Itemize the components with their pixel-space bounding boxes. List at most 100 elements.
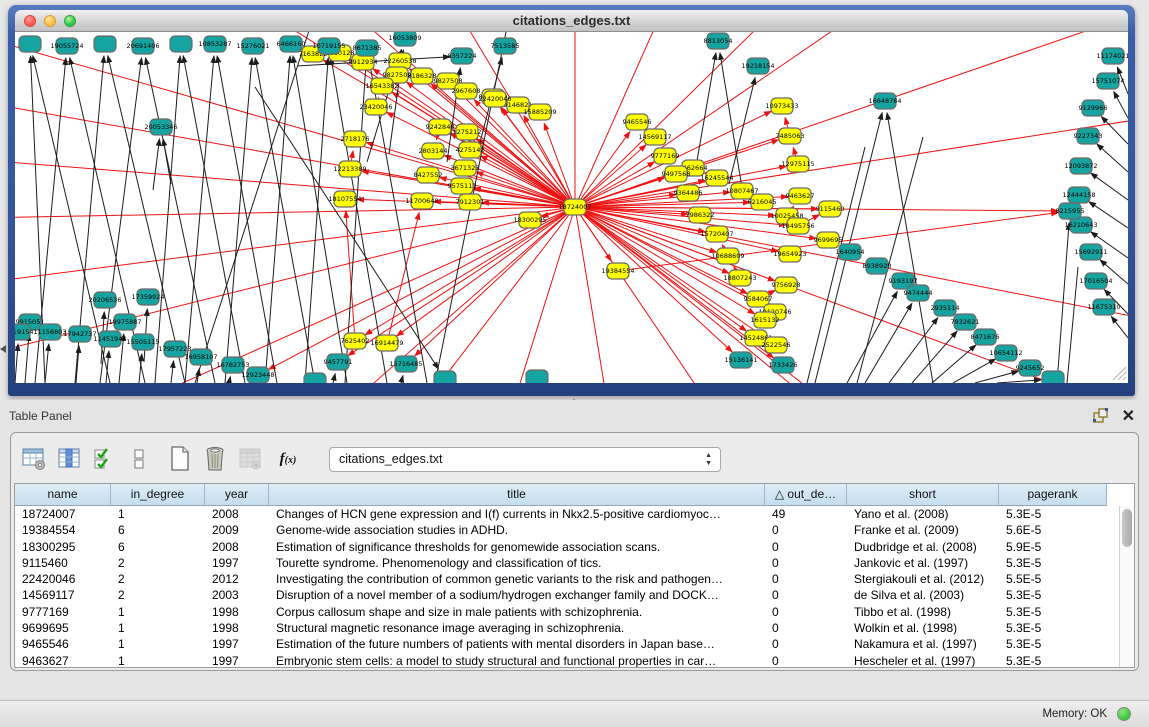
graph-node[interactable]: 3671323: [451, 160, 480, 176]
table-cell[interactable]: 0: [765, 522, 847, 538]
graph-node[interactable]: [434, 371, 456, 383]
graph-node[interactable]: 6466160: [277, 36, 306, 52]
column-header[interactable]: △ out_de…: [765, 484, 847, 506]
column-header[interactable]: name: [15, 484, 111, 506]
graph-node[interactable]: 1640954: [836, 244, 865, 260]
graph-node[interactable]: 1733426: [769, 357, 798, 373]
table-cell[interactable]: 1997: [205, 555, 269, 571]
graph-node[interactable]: 17016504: [1079, 273, 1112, 289]
table-cell[interactable]: 1: [111, 653, 205, 668]
table-cell[interactable]: 0: [765, 571, 847, 587]
table-cell[interactable]: 2008: [205, 506, 269, 522]
table-cell[interactable]: 5.3E-5: [999, 506, 1107, 522]
table-cell[interactable]: 5.6E-5: [999, 522, 1107, 538]
graph-node[interactable]: 20206536: [88, 292, 121, 308]
graph-node[interactable]: 2935114: [931, 300, 960, 316]
table-row[interactable]: 977716911998Corpus callosum shape and si…: [15, 604, 1134, 620]
table-cell[interactable]: 1997: [205, 653, 269, 668]
graph-node[interactable]: 2967608: [452, 83, 481, 99]
table-cell[interactable]: Franke et al. (2009): [847, 522, 999, 538]
graph-node[interactable]: [526, 370, 548, 383]
table-cell[interactable]: 1997: [205, 636, 269, 652]
table-cell[interactable]: 9699695: [15, 620, 111, 636]
float-panel-icon[interactable]: [1093, 408, 1109, 423]
graph-node[interactable]: 8186328: [408, 68, 437, 84]
table-cell[interactable]: 9463627: [15, 653, 111, 668]
table-cell[interactable]: Nakamura et al. (1997): [847, 636, 999, 652]
column-header[interactable]: in_degree: [111, 484, 205, 506]
table-cell[interactable]: 1998: [205, 620, 269, 636]
graph-node[interactable]: 16648784: [868, 93, 901, 109]
column-header[interactable]: year: [205, 484, 269, 506]
graph-node[interactable]: 12975115: [781, 156, 814, 172]
graph-node[interactable]: 9129966: [1079, 100, 1108, 116]
graph-node[interactable]: 10654112: [989, 345, 1022, 361]
graph-node[interactable]: 19055724: [50, 38, 83, 54]
table-cell[interactable]: 2: [111, 571, 205, 587]
table-cell[interactable]: 2012: [205, 571, 269, 587]
table-cell[interactable]: 0: [765, 620, 847, 636]
graph-node[interactable]: 12444158: [1062, 187, 1095, 203]
graph-node[interactable]: 8357224: [448, 48, 477, 64]
memory-ok-indicator-icon[interactable]: [1117, 707, 1131, 721]
graph-node[interactable]: 20691406: [126, 38, 159, 54]
graph-node[interactable]: 9474444: [904, 285, 933, 301]
graph-node[interactable]: 15276021: [236, 38, 269, 54]
table-cell[interactable]: 1: [111, 636, 205, 652]
table-row[interactable]: 969969511998Structural magnetic resonanc…: [15, 620, 1134, 636]
table-cell[interactable]: 0: [765, 587, 847, 603]
graph-node[interactable]: 8671385: [353, 40, 382, 56]
graph-node[interactable]: 8427552: [414, 167, 443, 183]
graph-node[interactable]: 2718176: [341, 131, 370, 147]
table-cell[interactable]: de Silva et al. (2003): [847, 587, 999, 603]
network-canvas[interactable]: 1872400718300295193845547163822886012889…: [15, 32, 1128, 383]
graph-node[interactable]: 17942737: [63, 326, 96, 342]
graph-node[interactable]: 9497568: [662, 166, 691, 182]
table-cell[interactable]: 49: [765, 506, 847, 522]
table-row[interactable]: 1872400712008Changes of HCN gene express…: [15, 506, 1134, 522]
table-cell[interactable]: 1: [111, 604, 205, 620]
graph-node[interactable]: 9242848: [426, 119, 455, 135]
graph-node[interactable]: [94, 36, 116, 52]
table-row[interactable]: 2242004622012Investigating the contribut…: [15, 571, 1134, 587]
table-cell[interactable]: Dudbridge et al. (2008): [847, 539, 999, 555]
table-cell[interactable]: 1: [111, 506, 205, 522]
graph-node[interactable]: 9245652: [1016, 360, 1045, 376]
graph-node[interactable]: 8813054: [704, 33, 733, 49]
delete-table-disabled-button[interactable]: [237, 446, 263, 472]
column-header[interactable]: title: [269, 484, 765, 506]
graph-node[interactable]: 10853287: [198, 36, 231, 52]
graph-node[interactable]: 15505115: [126, 334, 159, 350]
graph-node[interactable]: [1042, 371, 1064, 383]
graph-node[interactable]: 9575113: [448, 178, 477, 194]
graph-node[interactable]: 4275142: [456, 142, 485, 158]
window-titlebar[interactable]: citations_edges.txt: [15, 10, 1128, 32]
table-cell[interactable]: 9777169: [15, 604, 111, 620]
graph-node[interactable]: [304, 373, 326, 383]
table-cell[interactable]: 0: [765, 636, 847, 652]
delete-table-button[interactable]: [202, 446, 228, 472]
function-builder-button[interactable]: f(x): [272, 446, 304, 472]
graph-node[interactable]: 15716485: [389, 356, 422, 372]
window-resize-grip[interactable]: [1113, 367, 1126, 380]
graph-node[interactable]: 19384554: [601, 263, 634, 279]
table-cell[interactable]: 18300295: [15, 539, 111, 555]
graph-node[interactable]: 12213389: [333, 161, 366, 177]
table-cell[interactable]: Yano et al. (2008): [847, 506, 999, 522]
table-cell[interactable]: 2: [111, 555, 205, 571]
graph-node[interactable]: 15692911: [1074, 244, 1107, 260]
graph-node[interactable]: [19, 36, 41, 52]
graph-node[interactable]: 9756928: [772, 277, 801, 293]
graph-node[interactable]: 7912301: [456, 194, 485, 210]
graph-node[interactable]: [170, 36, 192, 52]
table-cell[interactable]: Estimation of significance thresholds fo…: [269, 539, 765, 555]
table-cell[interactable]: 0: [765, 539, 847, 555]
network-view-window[interactable]: citations_edges.txt 18724007183002951938…: [8, 5, 1135, 396]
graph-node[interactable]: 9227343: [1074, 128, 1103, 144]
table-cell[interactable]: 5.3E-5: [999, 555, 1107, 571]
graph-node[interactable]: 16053809: [388, 32, 421, 46]
table-cell[interactable]: Hescheler et al. (1997): [847, 653, 999, 668]
table-cell[interactable]: 5.3E-5: [999, 604, 1107, 620]
table-cell[interactable]: Tibbo et al. (1998): [847, 604, 999, 620]
table-cell[interactable]: 9465546: [15, 636, 111, 652]
